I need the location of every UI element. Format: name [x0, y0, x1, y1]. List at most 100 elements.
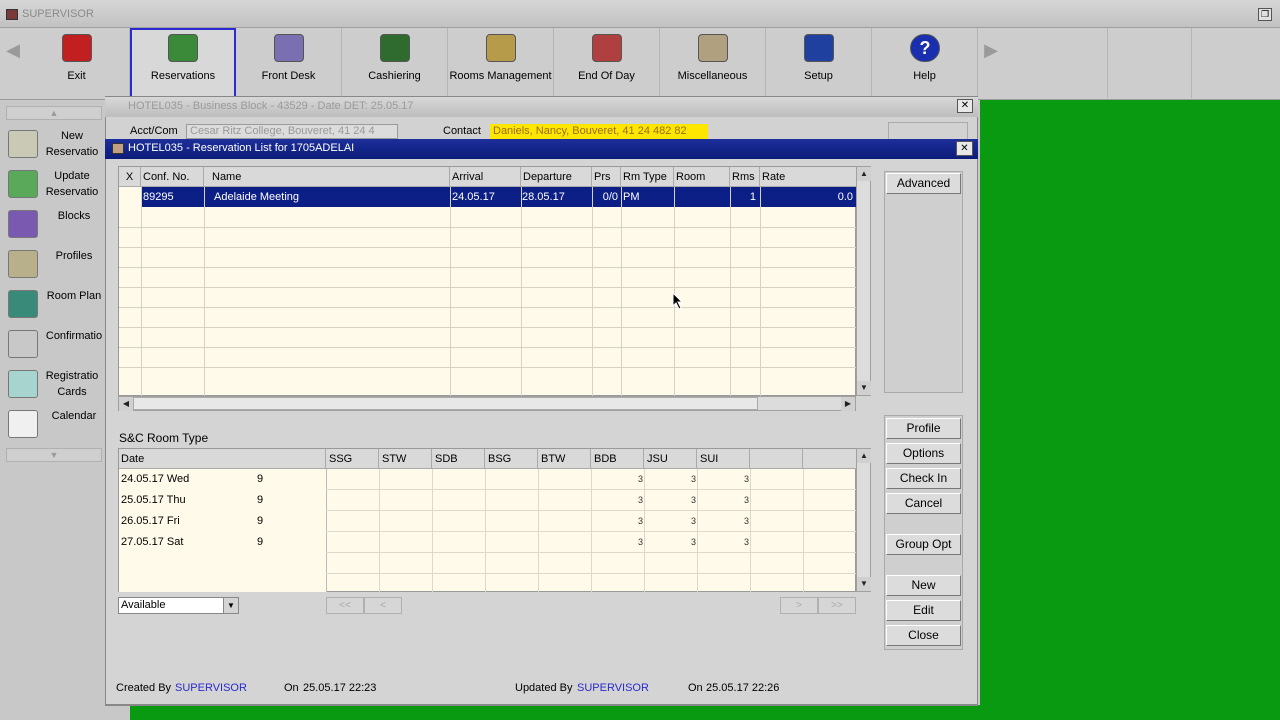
reservation-grid-hscrollbar[interactable]: ◀ ▶: [118, 396, 856, 411]
scroll-up-icon[interactable]: ▲: [857, 449, 871, 463]
grid-line: [119, 227, 857, 228]
cell-prs: 0/0: [602, 191, 618, 203]
sidebar-item-blocks[interactable]: Blocks: [6, 206, 106, 246]
acct-field[interactable]: Cesar Ritz College, Bouveret, 41 24 4: [186, 124, 398, 139]
column-header-departure[interactable]: Departure: [521, 167, 592, 187]
snc-cell: 3: [690, 495, 696, 505]
end-of-day-icon: [592, 34, 622, 62]
nav-last-button[interactable]: >>: [818, 597, 856, 614]
scroll-thumb[interactable]: [133, 397, 758, 410]
grid-line: [760, 187, 761, 397]
column-header-conf-no[interactable]: Conf. No.: [141, 167, 204, 187]
restore-icon[interactable]: ❐: [1258, 8, 1272, 21]
registration-cards-icon: [8, 370, 38, 398]
app-title: SUPERVISOR: [22, 8, 94, 20]
toolbar-end-of-day-button[interactable]: End Of Day: [554, 28, 660, 98]
grid-line: [204, 187, 205, 397]
toolbar-setup-button[interactable]: Setup: [766, 28, 872, 98]
sidebar-item-label: Confirmatio: [45, 330, 103, 342]
nav-first-button[interactable]: <<: [326, 597, 364, 614]
scroll-down-icon[interactable]: ▼: [857, 381, 871, 395]
cell-rate: 0.0: [837, 191, 853, 203]
toolbar-label: End Of Day: [578, 70, 635, 82]
toolbar-scroll-right-icon[interactable]: ▶: [982, 30, 1000, 70]
setup-icon: [804, 34, 834, 62]
reservation-list-title: HOTEL035 - Reservation List for 1705ADEL…: [128, 142, 355, 154]
column-header-room-type: SUI: [697, 449, 750, 469]
nav-next-button[interactable]: >: [780, 597, 818, 614]
toolbar-exit-button[interactable]: Exit: [24, 28, 130, 98]
cell-room: [675, 187, 729, 207]
reservation-list-close-icon[interactable]: ✕: [956, 141, 973, 156]
scroll-down-icon[interactable]: ▼: [857, 577, 871, 591]
block-window-close-icon[interactable]: ✕: [957, 99, 973, 113]
snc-date: 24.05.17 Wed: [121, 473, 190, 485]
cell-rms: 1: [749, 191, 756, 203]
column-header-rm-type[interactable]: Rm Type: [621, 167, 674, 187]
scroll-left-icon[interactable]: ◀: [119, 397, 133, 411]
column-header-name[interactable]: Name: [204, 167, 450, 187]
toolbar-miscellaneous-button[interactable]: Miscellaneous: [660, 28, 766, 98]
profile-button[interactable]: Profile: [886, 418, 961, 439]
column-header-rms[interactable]: Rms: [730, 167, 760, 187]
toolbar-help-button[interactable]: ? Help: [872, 28, 978, 98]
grid-line: [119, 247, 857, 248]
toolbar-label: Reservations: [150, 70, 216, 82]
desktop-background: [980, 100, 1280, 720]
table-row[interactable]: 89295 Adelaide Meeting 24.05.17 28.05.17…: [141, 187, 857, 207]
sidebar-item-room-plan[interactable]: Room Plan: [6, 286, 106, 326]
scroll-up-icon[interactable]: ▲: [857, 167, 871, 181]
toolbar-reservations-button[interactable]: Reservations: [130, 28, 236, 98]
toolbar-cashiering-button[interactable]: Cashiering: [342, 28, 448, 98]
new-reservation-icon: [8, 130, 38, 158]
sidebar-item-profiles[interactable]: Profiles: [6, 246, 106, 286]
availability-select[interactable]: Available: [118, 597, 239, 614]
column-header-prs[interactable]: Prs: [592, 167, 621, 187]
advanced-button[interactable]: Advanced: [886, 173, 961, 194]
options-button[interactable]: Options: [886, 443, 961, 464]
grid-line: [119, 307, 857, 308]
check-in-button[interactable]: Check In: [886, 468, 961, 489]
column-header-arrival[interactable]: Arrival: [450, 167, 521, 187]
close-button[interactable]: Close: [886, 625, 961, 646]
cancel-button[interactable]: Cancel: [886, 493, 961, 514]
sidebar-item-new-reservation[interactable]: New Reservatio: [6, 126, 106, 166]
profiles-icon: [8, 250, 38, 278]
sidebar-scroll-up-icon[interactable]: ▲: [6, 106, 102, 120]
snc-count: 9: [257, 536, 264, 548]
toolbar-scroll-left-icon[interactable]: ◀: [4, 30, 22, 70]
sidebar-item-update-reservation[interactable]: Update Reservatio: [6, 166, 106, 206]
scroll-right-icon[interactable]: ▶: [841, 397, 855, 411]
nav-prev-button[interactable]: <: [364, 597, 402, 614]
group-opt-button[interactable]: Group Opt: [886, 534, 961, 555]
column-header-rate[interactable]: Rate: [760, 167, 857, 187]
grid-line: [119, 367, 857, 368]
cell-conf-no: 89295: [143, 191, 174, 203]
column-header-room[interactable]: Room: [674, 167, 730, 187]
snc-cell: 3: [743, 495, 749, 505]
updated-by-label: Updated By: [515, 682, 573, 694]
sidebar-scroll-down-icon[interactable]: ▼: [6, 448, 102, 462]
grid-line: [119, 287, 857, 288]
sidebar-item-label: Profiles: [55, 250, 93, 262]
cell-rm-type: PM: [623, 191, 640, 203]
contact-field[interactable]: Daniels, Nancy, Bouveret, 41 24 482 82: [490, 124, 708, 139]
snc-grid-vscrollbar[interactable]: ▲ ▼: [856, 448, 871, 592]
snc-cell: 3: [637, 495, 643, 505]
toolbar-rooms-management-button[interactable]: Rooms Management: [448, 28, 554, 98]
edit-button[interactable]: Edit: [886, 600, 961, 621]
new-button[interactable]: New: [886, 575, 961, 596]
rooms-management-icon: [486, 34, 516, 62]
chevron-down-icon[interactable]: ▼: [223, 598, 238, 613]
sidebar-item-calendar[interactable]: Calendar: [6, 406, 106, 446]
grid-line: [621, 187, 622, 397]
reservation-grid-vscrollbar[interactable]: ▲ ▼: [856, 166, 871, 396]
sidebar-item-confirmation[interactable]: Confirmatio: [6, 326, 106, 366]
toolbar-label: Miscellaneous: [677, 70, 748, 82]
column-header-select[interactable]: X: [119, 167, 141, 187]
column-header-room-type: STW: [379, 449, 432, 469]
updated-on-timestamp: 25.05.17 22:26: [706, 682, 780, 694]
cashiering-icon: [380, 34, 410, 62]
sidebar-item-registration-cards[interactable]: Registratio Cards: [6, 366, 106, 406]
toolbar-front-desk-button[interactable]: Front Desk: [236, 28, 342, 98]
